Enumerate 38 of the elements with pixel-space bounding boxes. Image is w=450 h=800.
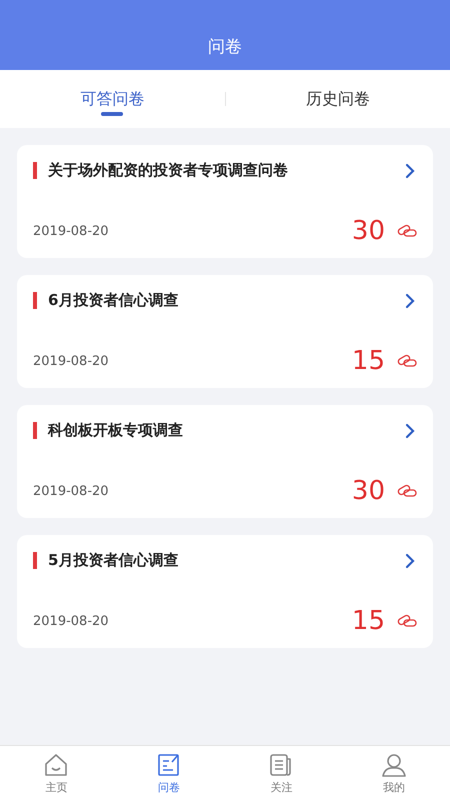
points-value: 30 (352, 216, 385, 246)
nav-item[interactable]: 主页 (0, 746, 112, 800)
survey-card[interactable]: 科创板开板专项调查 2019-08-20 30 (17, 405, 433, 518)
points-value: 15 (352, 346, 385, 376)
page-title: 问卷 (208, 36, 242, 58)
tab[interactable]: 可答问卷 (0, 70, 224, 128)
pill-icon (397, 484, 417, 498)
accent-bar (33, 162, 37, 179)
house-icon (43, 752, 70, 778)
accent-bar (33, 422, 37, 439)
survey-date: 2019-08-20 (33, 614, 110, 628)
survey-title: 关于场外配资的投资者专项调查问卷 (48, 161, 289, 180)
tab[interactable]: 历史问卷 (226, 70, 450, 128)
survey-card[interactable]: 5月投资者信心调查 2019-08-20 15 (17, 535, 433, 648)
accent-bar (33, 292, 37, 309)
person-icon (380, 752, 407, 778)
chevron-icon (405, 552, 415, 568)
survey-title: 5月投资者信心调查 (48, 551, 180, 570)
nav-item[interactable]: 问卷 (112, 746, 225, 800)
chevron-icon (405, 292, 415, 308)
form-icon (156, 752, 182, 778)
survey-card[interactable]: 关于场外配资的投资者专项调查问卷 2019-08-20 30 (17, 145, 433, 258)
pill-icon (397, 354, 417, 368)
nav-item[interactable]: 我的 (338, 746, 450, 800)
points-value: 30 (352, 476, 385, 506)
points-value: 15 (352, 606, 385, 636)
survey-title: 6月投资者信心调查 (48, 291, 180, 310)
survey-date: 2019-08-20 (33, 224, 110, 238)
chevron-icon (405, 162, 415, 178)
survey-title: 科创板开板专项调查 (48, 421, 184, 440)
chevron-icon (405, 422, 415, 438)
survey-date: 2019-08-20 (33, 354, 110, 368)
accent-bar (33, 552, 37, 569)
pill-icon (397, 224, 417, 238)
survey-card[interactable]: 6月投资者信心调查 2019-08-20 15 (17, 275, 433, 388)
pill-icon (397, 614, 417, 628)
nav-item[interactable]: 关注 (225, 746, 338, 800)
survey-date: 2019-08-20 (33, 484, 110, 498)
